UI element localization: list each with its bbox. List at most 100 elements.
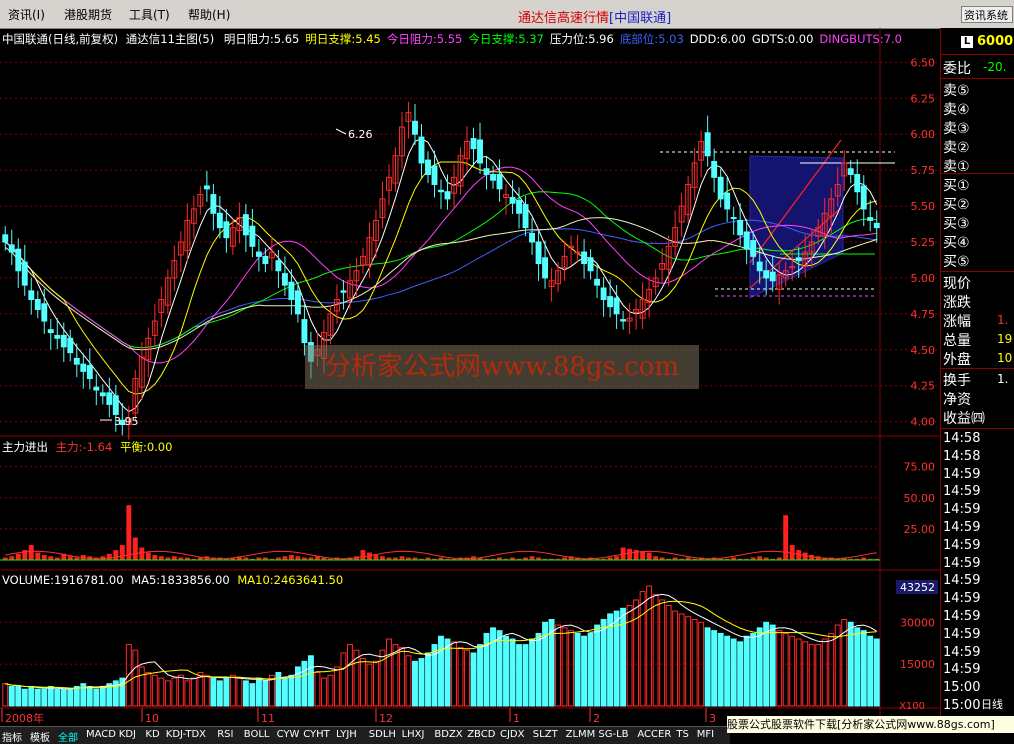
- market-l-icon: L: [961, 36, 973, 48]
- mainforce-bar: [119, 545, 125, 560]
- indicator-item: GDTS:0.00: [751, 32, 814, 46]
- date-label: 2008年: [5, 711, 44, 725]
- tab-sg-lb[interactable]: SG-LB: [598, 729, 628, 740]
- period-label[interactable]: 日线: [981, 696, 1003, 712]
- tab-bdzx[interactable]: BDZX: [434, 729, 462, 740]
- volume-bar: [54, 688, 61, 707]
- tab-全部[interactable]: 全部: [58, 729, 78, 744]
- side-row-label: 换手: [943, 373, 971, 389]
- mainforce-bar: [640, 551, 646, 560]
- tab-kd[interactable]: KD: [145, 729, 159, 740]
- menu-help[interactable]: 帮助(H): [188, 6, 230, 23]
- tab-macd[interactable]: MACD: [86, 729, 116, 740]
- ma5-value: MA5:1833856.00: [131, 573, 230, 587]
- candle-body: [41, 303, 48, 322]
- indicator-item: 今日支撑:5.37: [468, 32, 544, 46]
- candle-body: [574, 251, 581, 254]
- mainforce-bar: [106, 553, 112, 560]
- volume-bar: [405, 655, 412, 707]
- side-stock-code[interactable]: 6000: [977, 34, 1013, 49]
- info-system-button[interactable]: 资讯系统: [961, 6, 1013, 23]
- mainforce-bar: [132, 537, 138, 560]
- volume-bar: [568, 630, 575, 707]
- candle-body: [600, 287, 607, 300]
- volume-bar: [756, 627, 763, 707]
- volume-bar: [860, 630, 867, 707]
- volume-bar: [203, 674, 210, 707]
- volume-bar: [815, 644, 822, 707]
- sub-tick-label: 50.00: [904, 492, 936, 505]
- sub-tick-label: 75.00: [904, 461, 936, 474]
- mainforce-bar: [360, 550, 366, 560]
- menu-hk-futures[interactable]: 港股期货: [64, 6, 112, 23]
- volume-bar: [503, 635, 509, 707]
- side-row-label: 卖④: [943, 102, 970, 118]
- price-tick-label: 5.25: [911, 236, 936, 249]
- volume-bar: [633, 599, 640, 707]
- tab-kdj-tdx[interactable]: KDJ-TDX: [166, 729, 206, 740]
- ad-banner[interactable]: 股票公式股票软件下载[分析家公式网www.88gs.com]: [727, 716, 1014, 733]
- candle-body: [275, 260, 282, 272]
- candle-body: [112, 395, 119, 415]
- tab-指标[interactable]: 指标: [2, 729, 22, 744]
- indicator-name[interactable]: 通达信11主图(5): [126, 32, 214, 46]
- mainforce-bar: [171, 556, 177, 560]
- tab-mfi[interactable]: MFI: [697, 729, 714, 740]
- low-annotation: 3.95: [114, 415, 139, 428]
- side-row-label: 涨跌: [943, 295, 971, 311]
- volume-bar: [2, 683, 9, 707]
- volume-bar: [67, 688, 74, 707]
- tab-kdj[interactable]: KDJ: [119, 729, 136, 740]
- candle-body: [613, 297, 620, 315]
- tab-cyht[interactable]: CYHT: [303, 729, 330, 740]
- volume-bar: [581, 635, 588, 707]
- tab-ts[interactable]: TS: [676, 729, 688, 740]
- tab-sdlh[interactable]: SDLH: [369, 729, 396, 740]
- volume-bar: [320, 677, 327, 707]
- tab-slzt[interactable]: SLZT: [533, 729, 558, 740]
- tab-zlmm[interactable]: ZLMM: [566, 729, 596, 740]
- volume-bar: [28, 685, 35, 707]
- candle-body: [581, 251, 588, 265]
- ma10-value: MA10:2463641.50: [237, 573, 344, 587]
- mainforce-bar: [646, 552, 652, 560]
- candle-body: [535, 241, 542, 265]
- price-tick-label: 6.25: [911, 92, 936, 105]
- tick-time: 14:59: [943, 573, 981, 589]
- volume-bar: [236, 677, 243, 707]
- date-label: 12: [379, 712, 393, 725]
- candle-body: [769, 271, 776, 282]
- candle-body: [522, 204, 529, 229]
- side-row-label: 买①: [943, 178, 970, 194]
- volume-bar: [639, 591, 646, 707]
- volume-bar: [490, 627, 496, 707]
- volume-bar: [346, 644, 353, 707]
- tab-模板[interactable]: 模板: [30, 729, 50, 744]
- candle-body: [99, 392, 106, 397]
- candle-body: [847, 168, 854, 175]
- tab-cjdx[interactable]: CJDX: [500, 729, 524, 740]
- volume-bar: [262, 680, 269, 707]
- tab-lyjh[interactable]: LYJH: [336, 729, 357, 740]
- menu-info[interactable]: 资讯(I): [8, 6, 45, 23]
- mainforce-bar: [126, 505, 132, 560]
- sub-indicator-name[interactable]: 主力进出: [2, 440, 48, 454]
- tab-boll[interactable]: BOLL: [244, 729, 270, 740]
- tab-accer[interactable]: ACCER: [637, 729, 671, 740]
- volume-bar: [340, 652, 347, 707]
- volume-bar: [314, 672, 321, 707]
- price-tick-label: 6.00: [911, 128, 936, 141]
- candle-body: [607, 296, 614, 308]
- candle-body: [425, 159, 431, 175]
- volume-bar: [763, 621, 770, 707]
- volume-bar: [789, 635, 796, 707]
- volume-bar: [249, 683, 256, 707]
- tick-time: 14:59: [943, 537, 981, 553]
- vol-tick-label: 43252: [900, 581, 935, 594]
- mainforce-bar: [627, 548, 633, 560]
- tab-lhxj[interactable]: LHXJ: [402, 729, 425, 740]
- tab-rsi[interactable]: RSI: [217, 729, 233, 740]
- menu-tools[interactable]: 工具(T): [129, 6, 170, 23]
- tab-zbcd[interactable]: ZBCD: [467, 729, 495, 740]
- tab-cyw[interactable]: CYW: [277, 729, 300, 740]
